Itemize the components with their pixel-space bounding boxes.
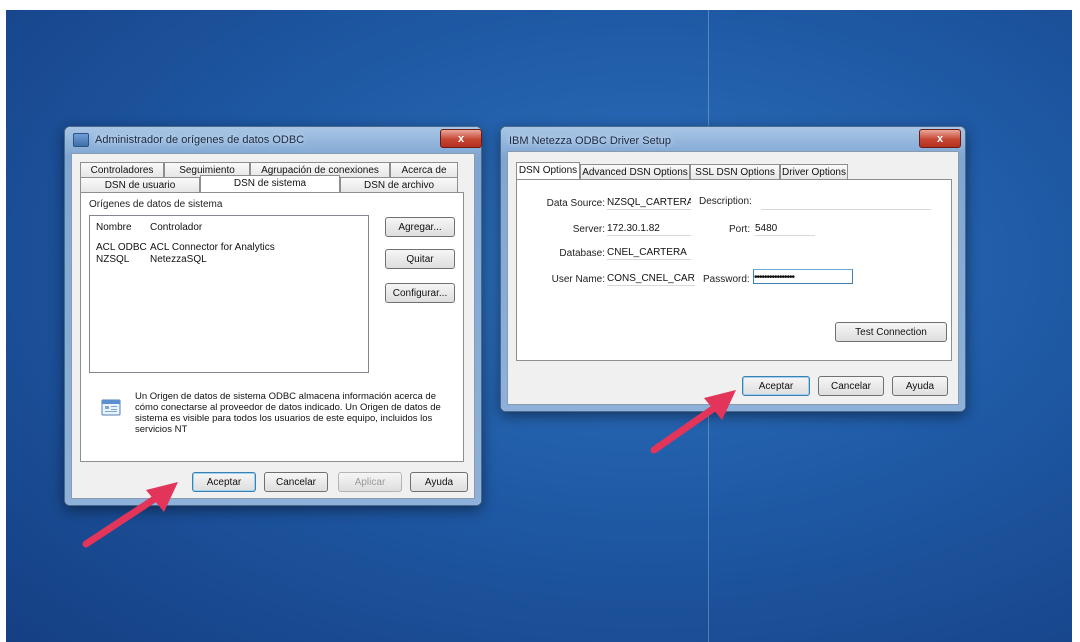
password-label: Password:: [703, 274, 750, 285]
window-title: Administrador de orígenes de datos ODBC: [95, 134, 305, 146]
titlebar[interactable]: Administrador de orígenes de datos ODBC: [65, 127, 481, 153]
tab-controladores[interactable]: Controladores: [80, 162, 164, 177]
help-button[interactable]: Ayuda: [410, 472, 468, 492]
window-title: IBM Netezza ODBC Driver Setup: [509, 135, 671, 147]
server-label: Server:: [572, 224, 605, 235]
tab-dsn-sistema[interactable]: DSN de sistema: [200, 175, 340, 192]
help-button[interactable]: Ayuda: [892, 376, 948, 396]
odbc-admin-window: Administrador de orígenes de datos ODBC …: [64, 126, 482, 506]
description-field[interactable]: [761, 195, 931, 210]
tab-advanced-dsn-options[interactable]: Advanced DSN Options: [580, 164, 690, 179]
close-button[interactable]: x: [440, 129, 482, 148]
info-text: Un Origen de datos de sistema ODBC almac…: [135, 391, 441, 435]
database-info-icon: [101, 398, 121, 416]
tab-row-bottom: DSN de usuario DSN de sistema DSN de arc…: [80, 175, 458, 192]
list-item-driver[interactable]: ACL Connector for Analytics: [150, 242, 275, 253]
data-source-label: Data Source:: [546, 198, 605, 209]
dialog-body: DSN Options Advanced DSN Options SSL DSN…: [507, 151, 959, 405]
list-item-driver[interactable]: NetezzaSQL: [150, 254, 207, 265]
dialog-body: Controladores Seguimiento Agrupación de …: [71, 153, 475, 499]
tab-dsn-options[interactable]: DSN Options: [516, 162, 580, 179]
cancel-button[interactable]: Cancelar: [264, 472, 328, 492]
odbc-app-icon: [73, 133, 89, 147]
list-item-name[interactable]: NZSQL: [96, 254, 129, 265]
password-field[interactable]: ••••••••••••••••: [753, 269, 853, 284]
port-field[interactable]: 5480: [755, 221, 815, 236]
list-item-name[interactable]: ACL ODBC: [96, 242, 147, 253]
database-label: Database:: [559, 248, 605, 259]
tab-acerca-de[interactable]: Acerca de: [390, 162, 458, 177]
dsn-list[interactable]: Nombre Controlador ACL ODBC ACL Connecto…: [89, 215, 369, 373]
configure-button[interactable]: Configurar...: [385, 283, 455, 303]
server-field[interactable]: 172.30.1.82: [607, 221, 691, 236]
add-button[interactable]: Agregar...: [385, 217, 455, 237]
titlebar[interactable]: IBM Netezza ODBC Driver Setup: [501, 127, 965, 149]
database-field[interactable]: CNEL_CARTERA: [607, 245, 691, 260]
arrow-annotation-left: [82, 482, 178, 548]
user-name-field[interactable]: CONS_CNEL_CARTI: [607, 271, 695, 286]
tab-row: DSN Options Advanced DSN Options SSL DSN…: [516, 162, 848, 179]
user-name-label: User Name:: [551, 274, 605, 285]
tab-panel: Data Source: NZSQL_CARTERA Description: …: [516, 179, 952, 361]
group-label: Orígenes de datos de sistema: [89, 199, 223, 210]
apply-button[interactable]: Aplicar: [338, 472, 402, 492]
ok-button[interactable]: Aceptar: [742, 376, 810, 396]
description-label: Description:: [699, 196, 752, 207]
column-header-name[interactable]: Nombre: [96, 222, 132, 233]
test-connection-button[interactable]: Test Connection: [835, 322, 947, 342]
netezza-setup-window: IBM Netezza ODBC Driver Setup x DSN Opti…: [500, 126, 966, 412]
tab-ssl-dsn-options[interactable]: SSL DSN Options: [690, 164, 780, 179]
tab-dsn-archivo[interactable]: DSN de archivo: [340, 177, 458, 192]
tab-panel: Orígenes de datos de sistema Nombre Cont…: [80, 192, 464, 462]
close-button[interactable]: x: [919, 129, 961, 148]
column-header-driver[interactable]: Controlador: [150, 222, 202, 233]
cancel-button[interactable]: Cancelar: [818, 376, 884, 396]
tab-dsn-usuario[interactable]: DSN de usuario: [80, 177, 200, 192]
tab-driver-options[interactable]: Driver Options: [780, 164, 848, 179]
port-label: Port:: [729, 224, 751, 235]
ok-button[interactable]: Aceptar: [192, 472, 256, 492]
remove-button[interactable]: Quitar: [385, 249, 455, 269]
data-source-field[interactable]: NZSQL_CARTERA: [607, 195, 691, 210]
arrow-annotation-right: [650, 390, 736, 454]
